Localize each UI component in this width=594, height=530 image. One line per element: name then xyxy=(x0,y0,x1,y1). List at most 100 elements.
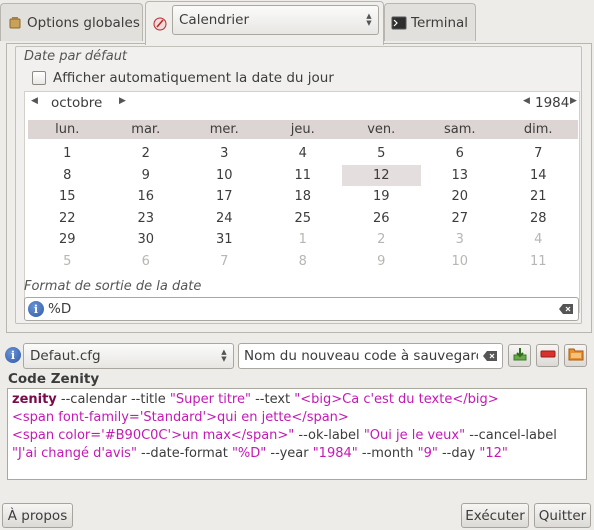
code-text: --date-format xyxy=(136,446,232,461)
calendar-day[interactable]: 22 xyxy=(28,208,107,230)
calendar-options-panel: Date par défaut Afficher automatiquement… xyxy=(6,43,592,333)
code-text: --ok-label xyxy=(294,428,364,443)
info-icon: i xyxy=(5,347,21,363)
calendar-day[interactable]: 8 xyxy=(28,165,107,187)
format-section-label: Format de sortie de la date xyxy=(24,279,202,294)
calendar-week-row: 15 16 17 18 19 20 21 xyxy=(28,186,578,208)
code-text: --cancel-label xyxy=(465,428,561,443)
code-text: --text xyxy=(250,392,295,407)
terminal-icon xyxy=(391,15,407,31)
calendar-day[interactable]: 28 xyxy=(499,208,578,230)
dialog-type-select[interactable]: Calendrier ▲ ▼ xyxy=(172,5,379,35)
tab-options-globales[interactable]: Options globales xyxy=(0,3,143,41)
code-string: "1984" xyxy=(312,446,358,461)
calendar-day[interactable]: 16 xyxy=(107,186,186,208)
dialog-type-value: Calendrier xyxy=(179,12,250,28)
weekday-label: mar. xyxy=(131,122,161,137)
code-string: "%D" xyxy=(231,446,267,461)
code-string: "9" xyxy=(417,446,438,461)
calendar-day[interactable]: 14 xyxy=(499,165,578,187)
code-string: "J'ai changé d'avis" xyxy=(12,446,137,461)
execute-button[interactable]: Exécuter xyxy=(461,503,529,528)
weekday-label: dim. xyxy=(523,122,553,137)
calendar-day[interactable]: 11 xyxy=(264,165,343,187)
quit-button[interactable]: Quitter xyxy=(534,503,591,528)
calendar-day[interactable]: 5 xyxy=(28,251,107,273)
new-code-name-input[interactable]: Nom du nouveau code à sauvegarder xyxy=(238,343,503,369)
calendar-day[interactable]: 19 xyxy=(342,186,421,208)
calendar-day[interactable]: 13 xyxy=(421,165,500,187)
calendar-day[interactable]: 6 xyxy=(107,251,186,273)
open-code-button[interactable] xyxy=(564,344,587,367)
weekday-label: ven. xyxy=(367,122,396,137)
config-select[interactable]: Defaut.cfg ▲ ▼ xyxy=(23,343,234,369)
calendar-header: ◀ octobre ▶ ◀ 1984 ▶ xyxy=(25,92,579,114)
calendar-day[interactable]: 24 xyxy=(185,208,264,230)
year-label: 1984 xyxy=(535,95,570,111)
clear-icon[interactable] xyxy=(558,303,574,315)
calendar-day[interactable]: 3 xyxy=(421,229,500,251)
calendar-day[interactable]: 1 xyxy=(28,143,107,165)
weekday-label: sam. xyxy=(443,122,476,137)
weekday-header: lun. mar. mer. jeu. ven. sam. dim. xyxy=(28,120,578,139)
calendar-day[interactable]: 27 xyxy=(421,208,500,230)
calendar-day[interactable]: 17 xyxy=(185,186,264,208)
code-string: "12" xyxy=(479,446,508,461)
calendar-day[interactable]: 29 xyxy=(28,229,107,251)
calendar-day[interactable]: 3 xyxy=(185,143,264,165)
calendar-day[interactable]: 2 xyxy=(107,143,186,165)
code-keyword: zenity xyxy=(12,392,57,407)
calendar-week-row: 8 9 10 11 12 13 14 xyxy=(28,164,578,187)
weekday-label: mer. xyxy=(209,122,239,137)
clear-icon[interactable] xyxy=(482,350,498,362)
calendar-day[interactable]: 20 xyxy=(421,186,500,208)
calendar-day[interactable]: 30 xyxy=(107,229,186,251)
tab-terminal[interactable]: Terminal xyxy=(384,3,476,41)
code-text: --day xyxy=(437,446,480,461)
calendar-day[interactable]: 8 xyxy=(264,251,343,273)
code-text: --calendar --title xyxy=(56,392,170,407)
calendar-day[interactable]: 4 xyxy=(499,229,578,251)
calendar-week-row: 1234567 xyxy=(28,143,578,165)
calendar-day[interactable]: 26 xyxy=(342,208,421,230)
calendar-day-selected[interactable]: 12 xyxy=(342,164,421,186)
code-string: "Oui je le veux" xyxy=(363,428,466,443)
calendar-day[interactable]: 18 xyxy=(264,186,343,208)
prev-year-icon[interactable]: ◀ xyxy=(523,96,530,106)
tab-label: Terminal xyxy=(411,14,469,31)
about-button[interactable]: À propos xyxy=(2,503,73,528)
calendar-day[interactable]: 10 xyxy=(421,251,500,273)
calendar-day[interactable]: 5 xyxy=(342,143,421,165)
calendar-day[interactable]: 4 xyxy=(264,143,343,165)
tab-label: Options globales xyxy=(27,14,140,31)
calendar-day[interactable]: 2 xyxy=(342,229,421,251)
calendar-day[interactable]: 25 xyxy=(264,208,343,230)
open-folder-icon xyxy=(568,346,584,366)
code-text: --month xyxy=(357,446,418,461)
save-code-button[interactable] xyxy=(508,344,531,367)
calendar-day[interactable]: 10 xyxy=(185,165,264,187)
date-format-field[interactable]: i %D xyxy=(24,297,579,321)
prev-month-icon[interactable]: ◀ xyxy=(31,96,38,106)
calendar-day[interactable]: 11 xyxy=(499,251,578,273)
calendar-day[interactable]: 15 xyxy=(28,186,107,208)
next-year-icon[interactable]: ▶ xyxy=(570,96,577,106)
delete-code-button[interactable] xyxy=(536,344,559,367)
calendar-day[interactable]: 21 xyxy=(499,186,578,208)
calendar-day[interactable]: 23 xyxy=(107,208,186,230)
calendar-day[interactable]: 31 xyxy=(185,229,264,251)
zenity-code-output[interactable]: zenity --calendar --title "Super titre" … xyxy=(7,388,587,480)
calendar-day[interactable]: 9 xyxy=(342,251,421,273)
auto-date-checkbox[interactable] xyxy=(32,71,46,85)
code-text: --year xyxy=(266,446,313,461)
calendar-days: 1 2 3 4 5 6 7 8 9 10 11 12 13 14 15 16 17 18 19 20 21 22 23 24 2… xyxy=(28,143,578,272)
next-month-icon[interactable]: ▶ xyxy=(119,96,126,106)
date-format-value: %D xyxy=(48,301,72,317)
calendar-day[interactable]: 7 xyxy=(499,143,578,165)
calendar-day[interactable]: 9 xyxy=(107,165,186,187)
code-string: "Super titre" xyxy=(169,392,251,407)
auto-date-row[interactable]: Afficher automatiquement la date du jour xyxy=(32,70,334,86)
calendar-day[interactable]: 7 xyxy=(185,251,264,273)
calendar-day[interactable]: 6 xyxy=(421,143,500,165)
calendar-day[interactable]: 1 xyxy=(264,229,343,251)
